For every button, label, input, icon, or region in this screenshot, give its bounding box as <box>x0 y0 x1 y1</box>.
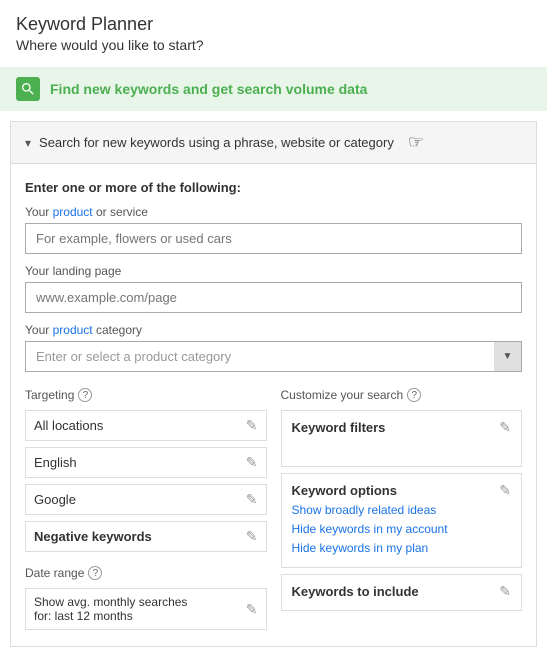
keyword-filters-content <box>292 438 512 458</box>
main-panel: ▾ Search for new keywords using a phrase… <box>10 121 537 647</box>
keyword-filters-header: Keyword filters ✎ <box>292 419 512 436</box>
category-select[interactable]: Enter or select a product category <box>25 341 522 372</box>
find-keywords-label: Find new keywords and get search volume … <box>50 81 367 97</box>
date-range-item[interactable]: Show avg. monthly searchesfor: last 12 m… <box>25 588 267 630</box>
keywords-to-include-header: Keywords to include ✎ <box>292 583 512 600</box>
customize-item-keyword-options: Keyword options ✎ Show broadly related i… <box>281 473 523 568</box>
product-field-group: Your product or service <box>25 205 522 254</box>
targeting-item-negative-keywords[interactable]: Negative keywords ✎ <box>25 521 267 552</box>
edit-keyword-options-icon[interactable]: ✎ <box>499 482 511 499</box>
two-column-section: Targeting ? All locations ✎ English ✎ Go… <box>25 388 522 630</box>
customize-item-keyword-filters: Keyword filters ✎ <box>281 410 523 467</box>
edit-keywords-to-include-icon[interactable]: ✎ <box>499 583 511 600</box>
customize-help-icon[interactable]: ? <box>407 388 421 402</box>
edit-negative-keywords-icon[interactable]: ✎ <box>246 528 258 545</box>
product-label: Your product or service <box>25 205 522 219</box>
edit-network-icon[interactable]: ✎ <box>246 491 258 508</box>
customize-column: Customize your search ? Keyword filters … <box>281 388 523 630</box>
date-range-section: Date range ? Show avg. monthly searchesf… <box>25 566 267 630</box>
edit-language-icon[interactable]: ✎ <box>246 454 258 471</box>
panel-header[interactable]: ▾ Search for new keywords using a phrase… <box>11 122 536 164</box>
landing-label: Your landing page <box>25 264 522 278</box>
keyword-options-title: Keyword options <box>292 483 397 498</box>
category-select-wrapper[interactable]: Enter or select a product category <box>25 341 522 372</box>
panel-header-text: Search for new keywords using a phrase, … <box>39 135 394 150</box>
find-keywords-bar[interactable]: Find new keywords and get search volume … <box>0 67 547 111</box>
customize-item-keywords-to-include: Keywords to include ✎ <box>281 574 523 611</box>
category-label: Your product category <box>25 323 522 337</box>
keyword-filters-title: Keyword filters <box>292 420 386 435</box>
keyword-options-link-3[interactable]: Hide keywords in my plan <box>292 539 512 558</box>
targeting-item-label: Google <box>34 492 76 507</box>
targeting-help-icon[interactable]: ? <box>78 388 92 402</box>
date-range-value: Show avg. monthly searchesfor: last 12 m… <box>34 595 187 623</box>
page-header: Keyword Planner Where would you like to … <box>0 0 547 59</box>
panel-body: Enter one or more of the following: Your… <box>11 164 536 646</box>
targeting-item-network[interactable]: Google ✎ <box>25 484 267 515</box>
keyword-options-header: Keyword options ✎ <box>292 482 512 499</box>
keyword-options-link-1[interactable]: Show broadly related ideas <box>292 501 512 520</box>
landing-input[interactable] <box>25 282 522 313</box>
targeting-item-label: Negative keywords <box>34 529 152 544</box>
targeting-items-list: All locations ✎ English ✎ Google ✎ Negat… <box>25 410 267 552</box>
form-section-label: Enter one or more of the following: <box>25 180 522 195</box>
targeting-item-label: All locations <box>34 418 103 433</box>
product-input[interactable] <box>25 223 522 254</box>
customize-title: Customize your search ? <box>281 388 523 402</box>
targeting-item-locations[interactable]: All locations ✎ <box>25 410 267 441</box>
targeting-column: Targeting ? All locations ✎ English ✎ Go… <box>25 388 267 630</box>
edit-locations-icon[interactable]: ✎ <box>246 417 258 434</box>
page-subtitle: Where would you like to start? <box>16 37 531 53</box>
targeting-item-language[interactable]: English ✎ <box>25 447 267 478</box>
cursor-icon: ☞ <box>408 132 424 153</box>
panel-collapse-arrow: ▾ <box>25 136 31 150</box>
edit-date-range-icon[interactable]: ✎ <box>246 601 258 618</box>
edit-keyword-filters-icon[interactable]: ✎ <box>499 419 511 436</box>
targeting-title: Targeting ? <box>25 388 267 402</box>
page-title: Keyword Planner <box>16 14 531 35</box>
date-range-help-icon[interactable]: ? <box>88 566 102 580</box>
keywords-to-include-title: Keywords to include <box>292 584 419 599</box>
keyword-options-link-2[interactable]: Hide keywords in my account <box>292 520 512 539</box>
category-field-group: Your product category Enter or select a … <box>25 323 522 372</box>
landing-page-field-group: Your landing page <box>25 264 522 313</box>
search-icon <box>16 77 40 101</box>
date-range-title: Date range ? <box>25 566 267 580</box>
targeting-item-label: English <box>34 455 77 470</box>
